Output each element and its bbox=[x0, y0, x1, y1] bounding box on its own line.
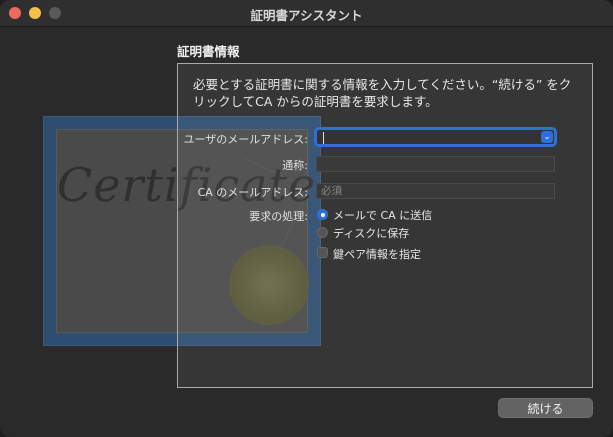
common-name-label: 通称: bbox=[282, 159, 308, 172]
window-title: 証明書アシスタント bbox=[250, 8, 363, 23]
ca-email-field[interactable]: 必須 bbox=[316, 183, 555, 199]
send-email-ca-label[interactable]: メールで CA に送信 bbox=[333, 207, 432, 223]
section-heading: 証明書情報 bbox=[177, 44, 240, 59]
continue-button[interactable]: 続ける bbox=[498, 398, 593, 418]
ca-email-placeholder: 必須 bbox=[321, 185, 342, 197]
text-caret bbox=[323, 132, 324, 144]
keypair-checkbox[interactable] bbox=[317, 247, 328, 258]
save-to-disk-label[interactable]: ディスクに保存 bbox=[333, 225, 409, 241]
user-email-combo[interactable]: ⌄ bbox=[314, 127, 557, 147]
common-name-field[interactable] bbox=[316, 156, 555, 172]
titlebar: 証明書アシスタント bbox=[0, 0, 613, 27]
certificate-assistant-window: 証明書アシスタント Certificate 証明書情報 必要とする証明書に関する… bbox=[0, 0, 613, 437]
request-handling-label: 要求の処理: bbox=[249, 210, 308, 223]
radio-send-email-ca[interactable] bbox=[317, 209, 328, 220]
radio-save-to-disk[interactable] bbox=[317, 227, 328, 238]
instructions-text: 必要とする証明書に関する情報を入力してください。“続ける” をクリックしてCA … bbox=[193, 77, 572, 109]
chevron-down-icon[interactable]: ⌄ bbox=[541, 131, 553, 143]
user-email-label: ユーザのメールアドレス: bbox=[183, 133, 309, 146]
ca-email-label: CA のメールアドレス: bbox=[197, 186, 308, 199]
keypair-label[interactable]: 鍵ペア情報を指定 bbox=[333, 246, 421, 262]
